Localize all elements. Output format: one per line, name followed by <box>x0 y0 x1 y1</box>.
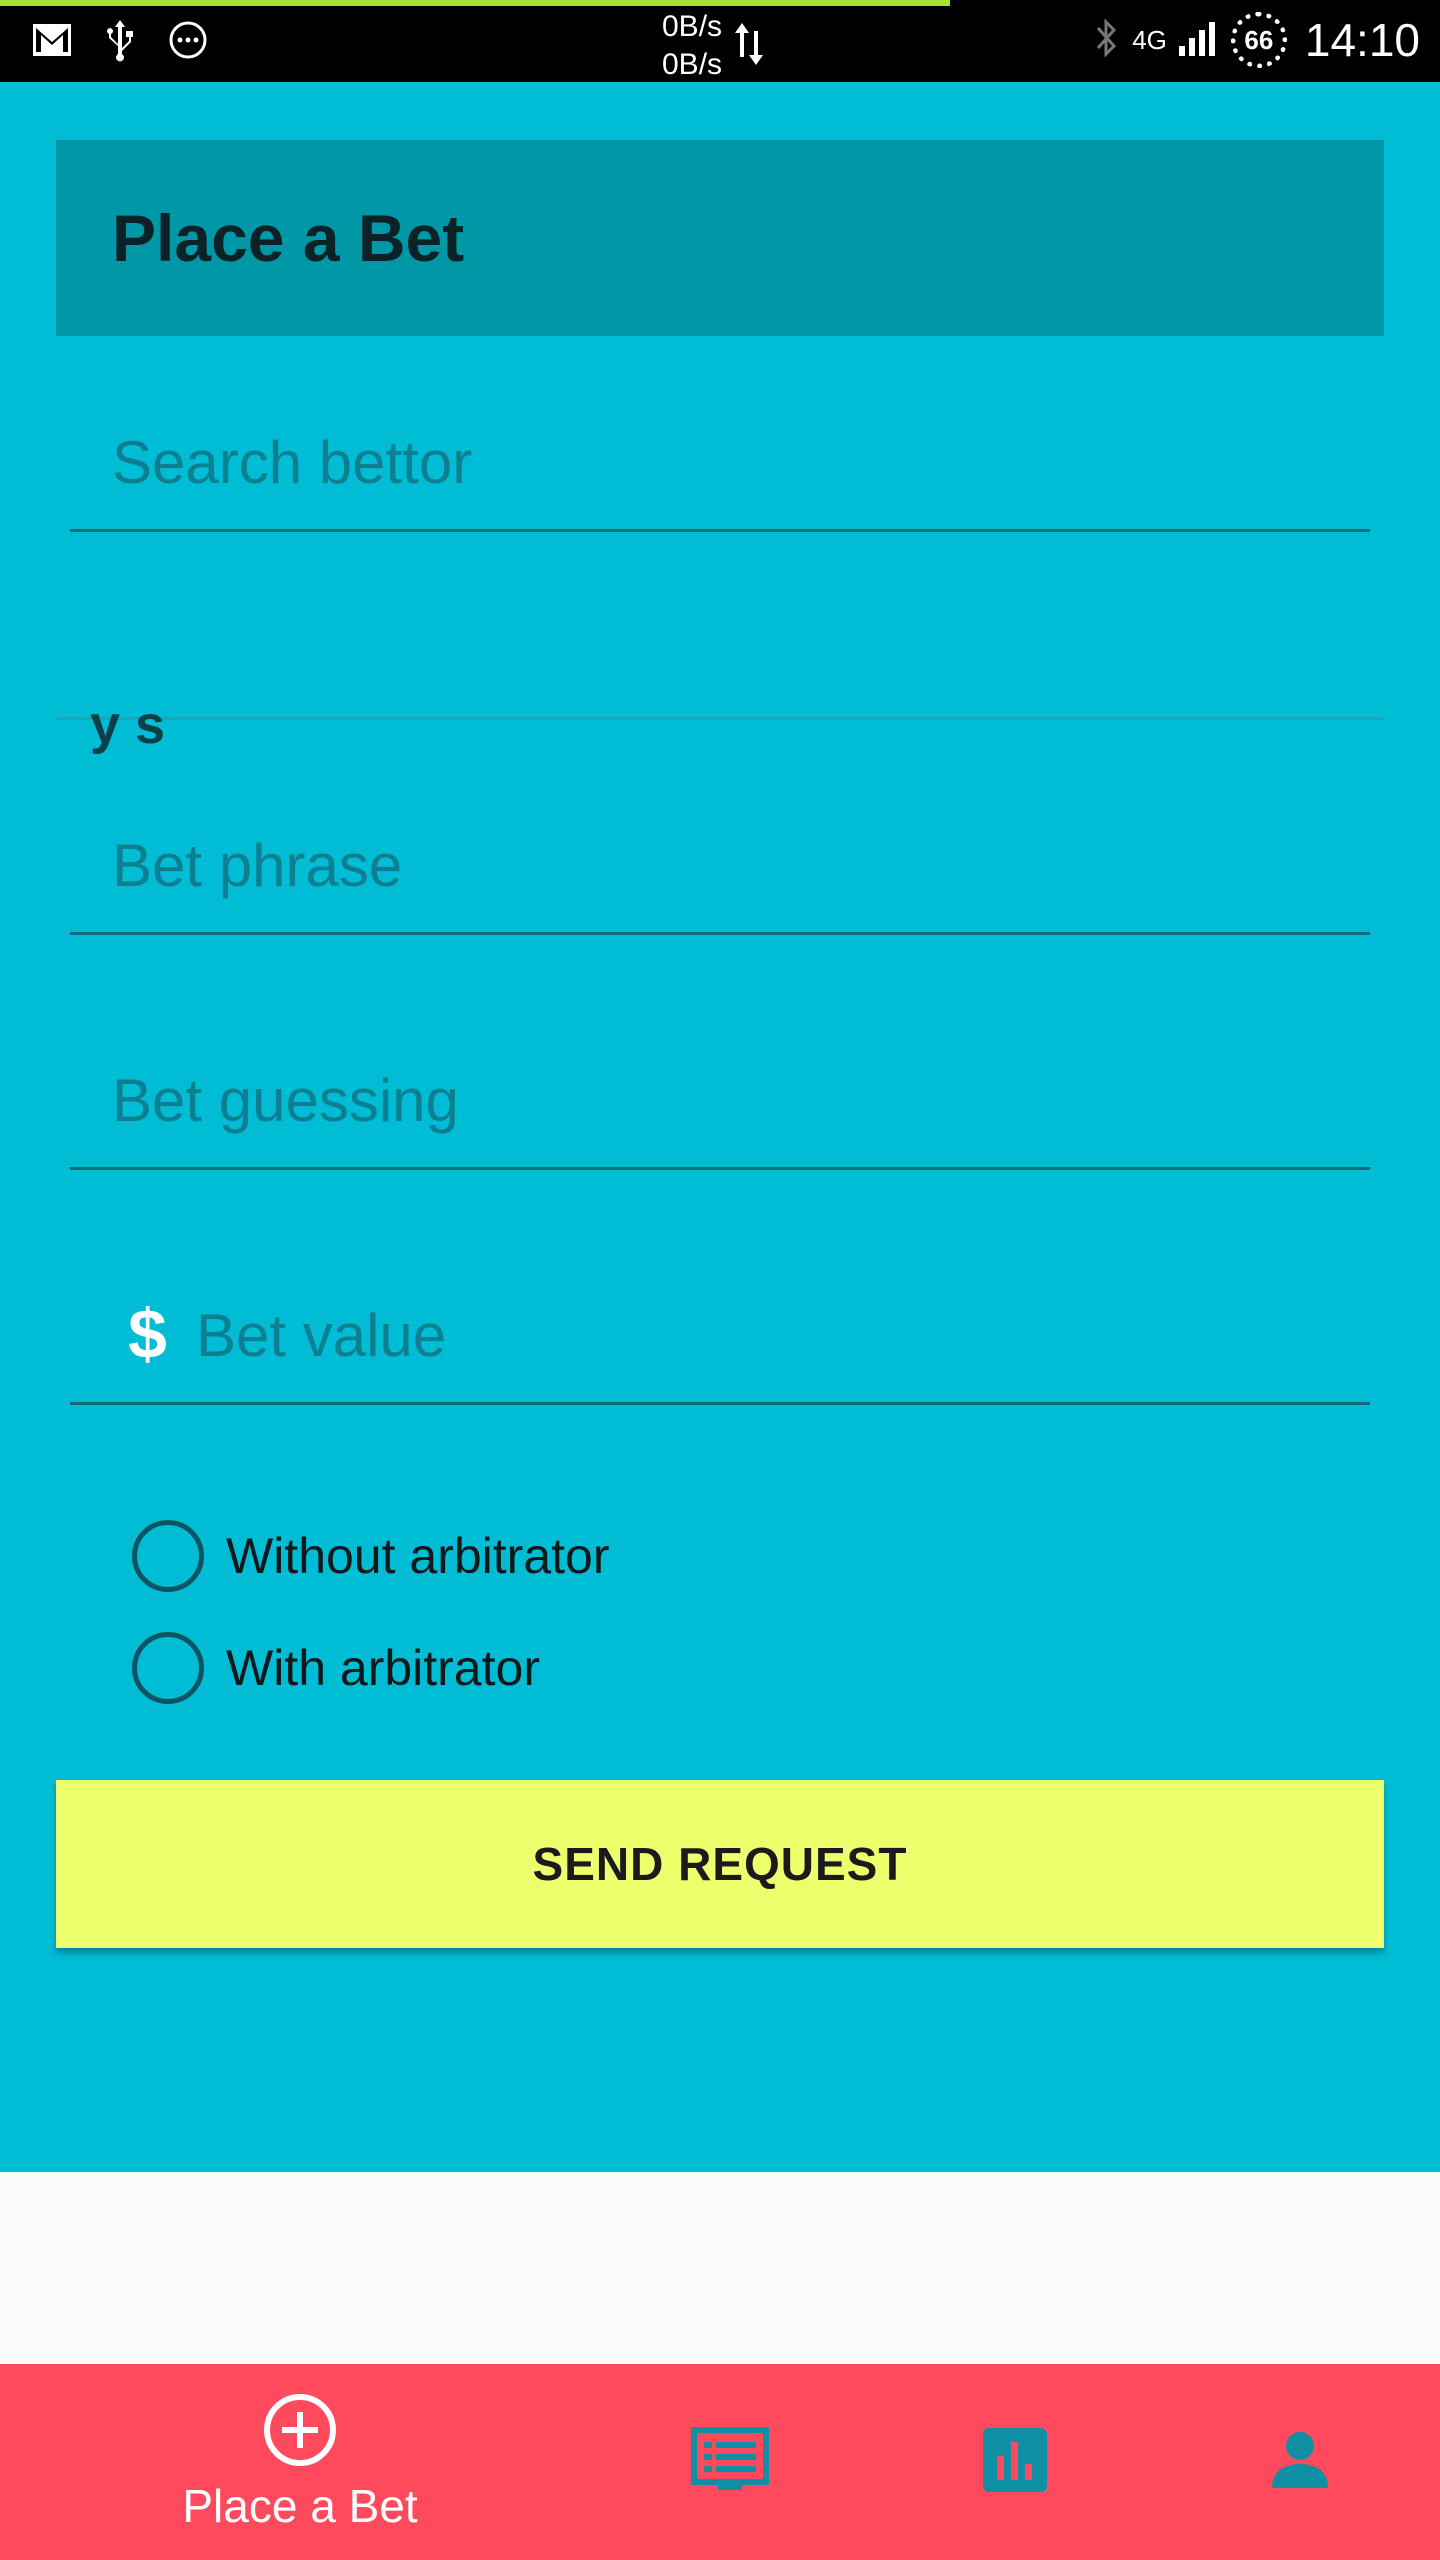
bet-form-panel: Place a Bet Search bettor y s Bet phrase… <box>0 82 1440 2172</box>
app-screen: 0B/s 0B/s 4G 66 14:10 Place a Bet Search… <box>0 0 1440 2560</box>
bet-guessing-placeholder: Bet guessing <box>112 1067 459 1134</box>
profile-icon <box>1268 2428 1332 2497</box>
more-icon <box>166 18 210 62</box>
battery-level: 66 <box>1244 24 1274 55</box>
net-rate-down: 0B/s <box>662 48 723 81</box>
signal-icon <box>1177 18 1221 63</box>
loading-progress-line <box>0 0 950 6</box>
radio-label-without-arbitrator: Without arbitrator <box>226 1528 610 1584</box>
page-title: Place a Bet <box>112 201 465 275</box>
status-clock: 14:10 <box>1304 14 1420 66</box>
nav-item-bets[interactable] <box>670 2364 790 2560</box>
bet-phrase-placeholder: Bet phrase <box>112 832 403 899</box>
status-bar: 0B/s 0B/s 4G 66 14:10 <box>0 0 1440 82</box>
bet-phrase-input[interactable]: Bet phrase <box>70 825 1370 935</box>
radio-button-icon[interactable] <box>132 1632 204 1704</box>
nav-label-place-bet: Place a Bet <box>182 2479 418 2532</box>
dollar-icon: $ <box>128 1295 167 1373</box>
page-header: Place a Bet <box>56 140 1384 336</box>
radio-button-icon[interactable] <box>132 1520 204 1592</box>
search-bettor-input[interactable]: Search bettor <box>70 422 1370 532</box>
net-rate-up: 0B/s <box>662 10 723 43</box>
data-transfer-icon <box>732 21 766 72</box>
bet-guessing-input[interactable]: Bet guessing <box>70 1060 1370 1170</box>
search-bettor-placeholder: Search bettor <box>112 429 473 496</box>
nav-item-stats[interactable] <box>955 2364 1075 2560</box>
bet-value-placeholder: Bet value <box>196 1302 447 1369</box>
usb-icon <box>98 18 142 62</box>
add-circle-icon <box>262 2392 338 2473</box>
network-type: 4G <box>1132 24 1167 55</box>
radio-label-with-arbitrator: With arbitrator <box>226 1640 540 1696</box>
stats-chart-icon <box>981 2426 1049 2499</box>
radio-with-arbitrator[interactable]: With arbitrator <box>132 1632 540 1704</box>
battery-indicator: 66 <box>1230 12 1287 68</box>
bottom-navigation: Place a Bet <box>0 2364 1440 2560</box>
bets-list-icon <box>690 2426 770 2499</box>
bluetooth-icon <box>1092 16 1122 65</box>
selected-bettor-name: y s <box>90 695 166 755</box>
selected-bettor-item[interactable]: y s <box>56 602 1384 755</box>
bet-value-input[interactable]: $ Bet value <box>70 1295 1370 1405</box>
send-request-button[interactable]: SEND REQUEST <box>56 1780 1384 1948</box>
nav-item-place-bet[interactable]: Place a Bet <box>140 2364 460 2560</box>
nav-item-profile[interactable] <box>1240 2364 1360 2560</box>
radio-without-arbitrator[interactable]: Without arbitrator <box>132 1520 609 1592</box>
gmail-icon <box>30 18 74 62</box>
